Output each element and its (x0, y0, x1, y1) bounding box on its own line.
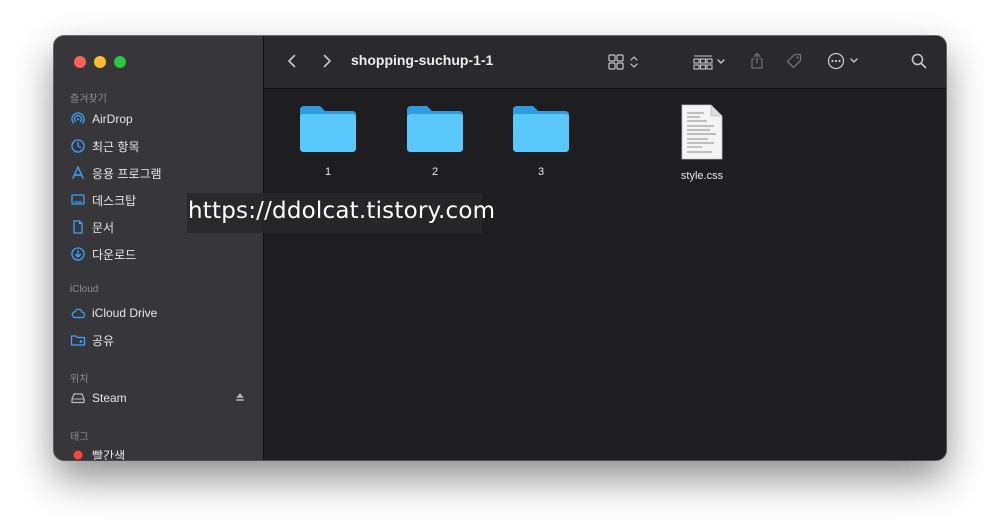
sidebar-item-label: 최근 항목 (92, 139, 140, 154)
watermark-url: https://ddolcat.tistory.com (187, 193, 495, 233)
chevron-left-icon (288, 54, 296, 68)
sidebar-item-label: 빨간색 (92, 448, 126, 461)
tag-color-dot-icon (73, 450, 83, 460)
file-item-style-css[interactable]: style.css (657, 104, 747, 182)
sidebar-item-label: AirDrop (92, 112, 133, 126)
folder-icon (300, 106, 356, 152)
toolbar: shopping-suchup-1-1 (264, 36, 946, 89)
more-actions-button[interactable] (825, 50, 863, 72)
tags-header: 태그 (70, 432, 89, 443)
view-mode-button[interactable] (607, 51, 643, 73)
sidebar-item-label: 다운로드 (92, 247, 137, 262)
zoom-window-button[interactable] (114, 56, 126, 68)
group-by-button[interactable] (692, 51, 728, 73)
close-window-button[interactable] (74, 56, 86, 68)
search-icon (911, 53, 927, 69)
download-icon (71, 247, 85, 261)
sidebar-item-label: Steam (92, 391, 127, 405)
icloud-header: iCloud (70, 284, 99, 295)
tags-button[interactable] (782, 50, 806, 72)
sidebar-item-label: iCloud Drive (92, 306, 158, 320)
sidebar-item-label: 공유 (92, 333, 115, 348)
tag-icon (786, 53, 802, 69)
sidebar-item-label: 응용 프로그램 (92, 166, 162, 181)
sidebar-item-recents[interactable]: 최근 항목 (70, 135, 252, 157)
folder-icon (513, 106, 569, 152)
forward-button[interactable] (317, 50, 337, 72)
clock-icon (71, 139, 85, 153)
file-name-label: 2 (431, 166, 439, 178)
sidebar-item-shared[interactable]: 공유 (70, 329, 252, 351)
shared-folder-icon (70, 335, 86, 346)
document-icon (73, 220, 83, 234)
sidebar-item-label: 문서 (92, 220, 115, 235)
window-title: shopping-suchup-1-1 (351, 52, 494, 68)
applications-icon (72, 166, 84, 179)
file-name-label: 3 (537, 166, 545, 178)
share-icon (751, 52, 763, 69)
share-button[interactable] (746, 49, 768, 73)
sidebar-item-downloads[interactable]: 다운로드 (70, 243, 252, 265)
file-item-folder-2[interactable]: 2 (390, 102, 480, 178)
sidebar-item-steam[interactable]: Steam (70, 387, 252, 409)
traffic-lights (74, 56, 126, 68)
sidebar: 즐겨찾기 AirDrop 최근 항목 응용 프로그램 데스크탑 문서 다운로드 … (54, 36, 264, 460)
search-button[interactable] (908, 50, 930, 72)
back-button[interactable] (282, 50, 302, 72)
airdrop-icon (71, 112, 85, 124)
group-grid-icon (693, 55, 725, 70)
sidebar-item-tag-red[interactable]: 빨간색 (70, 444, 252, 460)
file-name-label: 1 (324, 166, 332, 178)
sidebar-item-label: 데스크탑 (92, 193, 137, 208)
ellipsis-circle-icon (827, 52, 858, 70)
file-name-label: style.css (680, 170, 724, 182)
sidebar-item-icloud-drive[interactable]: iCloud Drive (70, 302, 252, 324)
eject-icon[interactable] (234, 391, 246, 403)
file-item-folder-3[interactable]: 3 (496, 102, 586, 178)
folder-icon (407, 106, 463, 152)
favorites-header: 즐겨찾기 (70, 94, 107, 105)
cloud-icon (71, 308, 86, 319)
icon-view-grid-icon (608, 54, 638, 70)
text-file-icon (681, 104, 723, 160)
sidebar-item-applications[interactable]: 응용 프로그램 (70, 162, 252, 184)
drive-icon (71, 393, 85, 404)
locations-header: 위치 (70, 374, 89, 385)
sidebar-item-airdrop[interactable]: AirDrop (70, 108, 252, 130)
minimize-window-button[interactable] (94, 56, 106, 68)
finder-window: 즐겨찾기 AirDrop 최근 항목 응용 프로그램 데스크탑 문서 다운로드 … (54, 36, 946, 460)
content-area: shopping-suchup-1-1 1 2 3 style.css (264, 36, 946, 460)
file-item-folder-1[interactable]: 1 (283, 102, 373, 178)
chevron-right-icon (323, 54, 331, 68)
desktop-icon (71, 194, 85, 205)
